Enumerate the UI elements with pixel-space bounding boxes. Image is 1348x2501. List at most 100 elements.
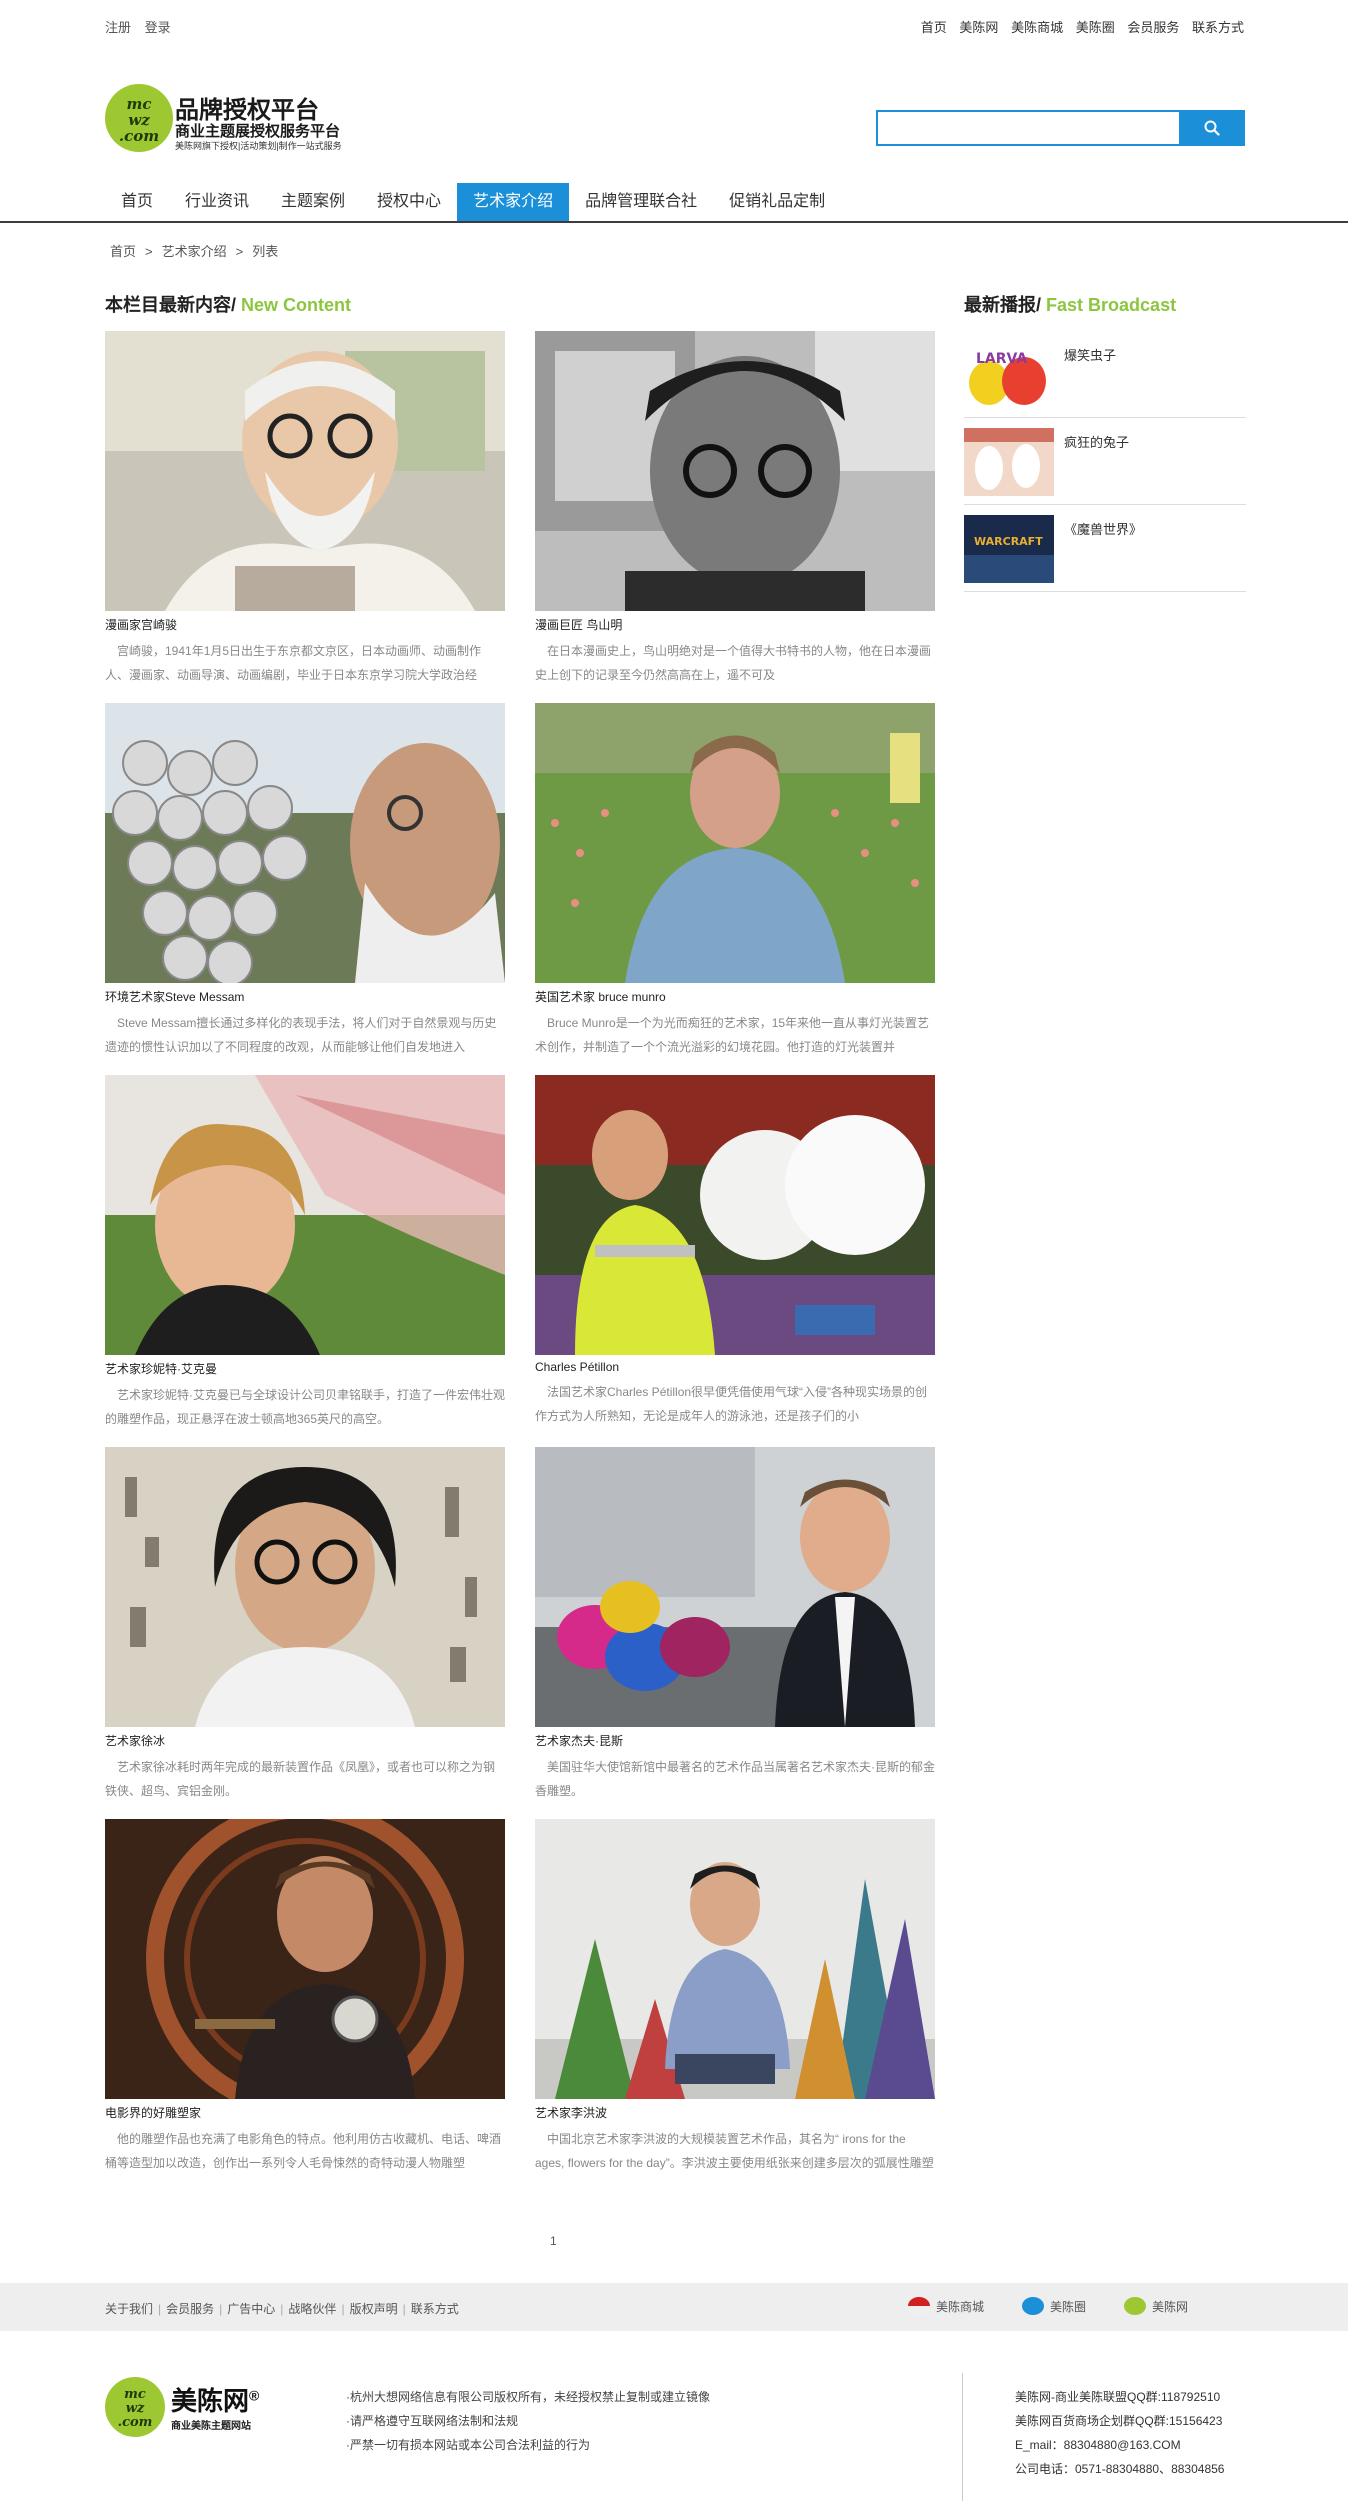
mall-logo-icon <box>907 2297 930 2315</box>
circle-logo-icon <box>1021 2297 1044 2315</box>
partner-mall[interactable]: 美陈商城 <box>907 2297 984 2315</box>
footer: mc wz .com 美陈网® 商业美陈主题网站 ·杭州大想网络信息有限公司版权所有… <box>0 2331 1348 2501</box>
top-link-mall[interactable]: 美陈商城 <box>1011 20 1063 35</box>
article-photo[interactable] <box>535 703 935 983</box>
article-title[interactable]: 艺术家珍妮特·艾克曼 <box>105 1360 505 1377</box>
breadcrumb-home[interactable]: 首页 <box>110 244 136 259</box>
top-link-meichen[interactable]: 美陈网 <box>959 20 998 35</box>
article-photo[interactable] <box>535 331 935 611</box>
site-logo[interactable]: mc wz .com 品牌授权平台 商业主题展授权服务平台 美陈网旗下授权|活动策划… <box>105 84 345 154</box>
article-title[interactable]: 艺术家徐冰 <box>105 1732 505 1749</box>
article-summary: 艺术家珍妮特·艾克曼已与全球设计公司贝聿铭联手，打造了一件宏伟壮观的雕塑作品，现… <box>105 1388 505 1426</box>
partner-circle[interactable]: 美陈圈 <box>1021 2297 1086 2315</box>
article-photo[interactable] <box>105 703 505 983</box>
logo-subtitle: 商业主题展授权服务平台 <box>175 123 341 140</box>
broadcast-title[interactable]: 《魔兽世界》 <box>1064 519 1142 538</box>
nav-item-theme-cases[interactable]: 主题案例 <box>265 183 361 221</box>
footer-link-about[interactable]: 关于我们 <box>105 2302 153 2316</box>
article-card: 漫画家宫崎骏 宫崎骏，1941年1月5日出生于东京都文京区，日本动画师、动画制作… <box>105 331 505 687</box>
footer-link-ads[interactable]: 广告中心 <box>227 2302 275 2316</box>
search-box <box>876 110 1245 146</box>
article-card: 艺术家珍妮特·艾克曼 艺术家珍妮特·艾克曼已与全球设计公司贝聿铭联手，打造了一件… <box>105 1075 505 1431</box>
footer-logo-badge: mc wz .com <box>105 2377 165 2437</box>
broadcast-title[interactable]: 疯狂的兔子 <box>1064 432 1129 451</box>
broadcast-item[interactable]: WARCRAFT 《魔兽世界》 <box>964 505 1246 592</box>
contact-email: E_mail：88304880@163.COM <box>1015 2438 1181 2452</box>
footer-contact: 美陈网-商业美陈联盟QQ群:118792510 美陈网百货商场企划群QQ群:15… <box>1015 2385 1224 2481</box>
broadcast-item[interactable]: 疯狂的兔子 <box>964 418 1246 505</box>
login-link[interactable]: 登录 <box>145 20 171 35</box>
footer-link-contact[interactable]: 联系方式 <box>411 2302 459 2316</box>
footer-divider <box>962 2373 963 2501</box>
article-title[interactable]: 漫画巨匠 鸟山明 <box>535 616 935 633</box>
main-section-title: 本栏目最新内容/ New Content <box>105 291 351 317</box>
footer-logo[interactable]: mc wz .com 美陈网® 商业美陈主题网站 <box>105 2377 305 2447</box>
footer-note: ·请严格遵守互联网络法制和法规 <box>346 2414 518 2428</box>
article-card: 漫画巨匠 鸟山明 在日本漫画史上，鸟山明绝对是一个值得大书特书的人物，他在日本漫… <box>535 331 935 687</box>
sidebar-title-cn: 最新播报/ <box>964 295 1042 315</box>
logo-tagline: 美陈网旗下授权|活动策划|制作一站式服务 <box>175 141 342 151</box>
nav-item-license-center[interactable]: 授权中心 <box>361 183 457 221</box>
breadcrumb-artists[interactable]: 艺术家介绍 <box>162 244 227 259</box>
nav-item-home[interactable]: 首页 <box>105 183 169 221</box>
article-photo[interactable] <box>535 1075 935 1355</box>
footer-link-partners[interactable]: 战略伙伴 <box>288 2302 336 2316</box>
breadcrumb-list: 列表 <box>252 244 279 259</box>
article-summary: Steve Messam擅长通过多样化的表现手法，将人们对于自然景观与历史遗迹的… <box>105 1016 497 1054</box>
nav-item-brand-union[interactable]: 品牌管理联合社 <box>569 183 713 221</box>
footer-links-bar: 关于我们 | 会员服务 | 广告中心 | 战略伙伴 | 版权声明 | 联系方式 美陈商城 美陈圈 美… <box>0 2283 1348 2331</box>
nav-items: 首页 行业资讯 主题案例 授权中心 艺术家介绍 品牌管理联合社 促销礼品定制 <box>105 183 841 221</box>
svg-text:WARCRAFT: WARCRAFT <box>974 535 1043 548</box>
footer-logo-sub: 商业美陈主题网站 <box>171 2421 251 2432</box>
breadcrumb: 首页 > 艺术家介绍 > 列表 <box>110 241 278 260</box>
article-card: 艺术家杰夫·昆斯 美国驻华大使馆新馆中最著名的艺术作品当属著名艺术家杰夫·昆斯的… <box>535 1447 935 1803</box>
meichen-logo-icon <box>1123 2297 1146 2315</box>
article-title[interactable]: 艺术家杰夫·昆斯 <box>535 1732 935 1749</box>
nav-item-artists[interactable]: 艺术家介绍 <box>457 183 570 221</box>
article-summary: 艺术家徐冰耗时两年完成的最新装置作品《凤凰》，或者也可以称之为钢铁侠、超鸟、宾铝… <box>105 1760 496 1798</box>
partner-meichen-label: 美陈网 <box>1151 2299 1188 2314</box>
partner-mall-label: 美陈商城 <box>935 2299 984 2314</box>
article-photo[interactable] <box>535 1447 935 1727</box>
contact-phone: 公司电话：0571-88304880、88304856 <box>1015 2462 1225 2476</box>
article-photo[interactable] <box>105 1075 505 1355</box>
sidebar-title-en: Fast Broadcast <box>1046 295 1177 315</box>
account-links: 注册 登录 <box>105 17 181 36</box>
top-bar: 注册 登录 首页 美陈网 美陈商城 美陈圈 会员服务 联系方式 <box>0 0 1348 48</box>
breadcrumb-separator: > <box>145 244 153 259</box>
article-title[interactable]: 电影界的好雕塑家 <box>105 2104 505 2121</box>
footer-link-copyright[interactable]: 版权声明 <box>350 2302 398 2316</box>
article-summary: 他的雕塑作品也充满了电影角色的特点。他利用仿古收藏机、电话、啤酒桶等造型加以改造… <box>105 2132 502 2170</box>
article-title[interactable]: 环境艺术家Steve Messam <box>105 988 505 1005</box>
article-photo[interactable] <box>105 331 505 611</box>
article-title[interactable]: 漫画家宫崎骏 <box>105 616 505 633</box>
sidebar-section-title: 最新播报/ Fast Broadcast <box>964 291 1176 317</box>
search-input[interactable] <box>876 110 1179 146</box>
top-link-contact[interactable]: 联系方式 <box>1192 20 1244 35</box>
article-summary: 在日本漫画史上，鸟山明绝对是一个值得大书特书的人物，他在日本漫画史上创下的记录至… <box>535 644 932 682</box>
footer-links: 关于我们 | 会员服务 | 广告中心 | 战略伙伴 | 版权声明 | 联系方式 <box>105 2302 459 2316</box>
search-button[interactable] <box>1179 110 1245 146</box>
pagination-page-1[interactable]: 1 <box>550 2234 557 2248</box>
article-card: 英国艺术家 bruce munro Bruce Munro是一个为光而痴狂的艺术… <box>535 703 935 1059</box>
article-photo[interactable] <box>105 1819 505 2099</box>
partner-meichen[interactable]: 美陈网 <box>1123 2297 1188 2315</box>
article-photo[interactable] <box>105 1447 505 1727</box>
article-title[interactable]: Charles Pétillon <box>535 1360 935 1374</box>
top-link-member[interactable]: 会员服务 <box>1127 20 1179 35</box>
article-summary: 中国北京艺术家李洪波的大规模装置艺术作品，其名为“ irons for the … <box>535 2132 934 2170</box>
footer-link-member[interactable]: 会员服务 <box>166 2302 214 2316</box>
nav-item-gifts[interactable]: 促销礼品定制 <box>713 183 841 221</box>
article-photo[interactable] <box>535 1819 935 2099</box>
top-link-circle[interactable]: 美陈圈 <box>1076 20 1115 35</box>
article-title[interactable]: 艺术家李洪波 <box>535 2104 935 2121</box>
main-nav: 首页 行业资讯 主题案例 授权中心 艺术家介绍 品牌管理联合社 促销礼品定制 <box>0 183 1348 223</box>
register-link[interactable]: 注册 <box>105 20 131 35</box>
nav-item-industry-news[interactable]: 行业资讯 <box>169 183 265 221</box>
top-link-home[interactable]: 首页 <box>921 20 947 35</box>
page: 注册 登录 首页 美陈网 美陈商城 美陈圈 会员服务 联系方式 mc wz .com… <box>0 0 1348 2501</box>
broadcast-item[interactable]: LARVA 爆笑虫子 <box>964 331 1246 418</box>
article-title[interactable]: 英国艺术家 bruce munro <box>535 988 935 1005</box>
main-title-en: New Content <box>241 295 352 315</box>
broadcast-title[interactable]: 爆笑虫子 <box>1064 345 1116 364</box>
